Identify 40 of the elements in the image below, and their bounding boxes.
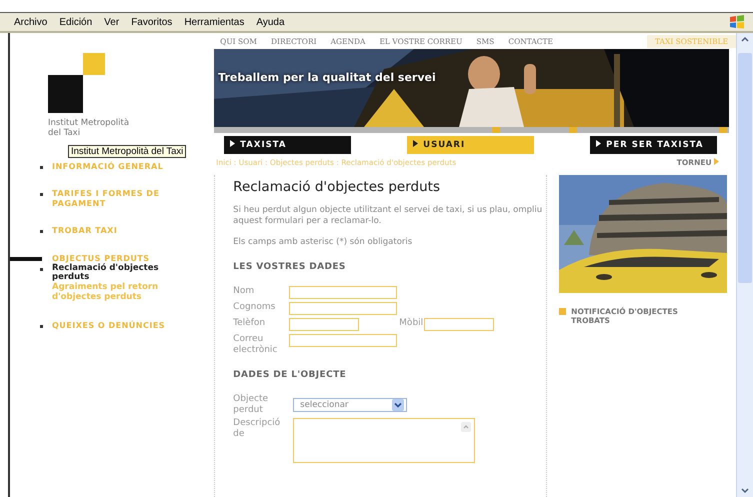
field-label: Nom <box>233 286 256 297</box>
field-label: Objecte perdut <box>233 394 270 416</box>
arrow-icon <box>714 158 720 165</box>
field-label: Mòbil <box>399 318 424 329</box>
menu-item[interactable]: Archivo <box>14 16 48 28</box>
menu-item[interactable]: Favoritos <box>131 16 172 28</box>
tab[interactable]: PER SER TAXISTA <box>590 136 718 154</box>
tab[interactable]: USUARI <box>407 136 534 154</box>
field-label: Telèfon <box>233 318 266 329</box>
text-area[interactable] <box>293 418 476 464</box>
input-field[interactable] <box>289 302 398 316</box>
logo-text: Institut Metropolità del Taxi <box>48 119 130 139</box>
dropdown[interactable]: seleccionar <box>293 398 408 412</box>
scrollbar[interactable] <box>736 33 753 497</box>
arrow-icon <box>413 140 418 147</box>
windows-logo-icon <box>729 14 745 30</box>
section-heading: LES VOSTRES DADES <box>233 262 347 272</box>
intro-text: Si heu perdut algun objecte utilitzant el servei de taxi, si us plau, ompliu aquest formulari per a reclamar-lo. <box>233 205 544 228</box>
menu-item[interactable]: Ver <box>104 16 120 28</box>
sidebar-subitem[interactable]: Reclamació d'objectes perduts <box>52 264 187 284</box>
arrow-icon <box>596 140 602 147</box>
input-field[interactable] <box>289 318 360 332</box>
banner-headline: Treballem per la qualitat del servei <box>218 71 436 84</box>
menu-item[interactable]: Herramientas <box>184 16 244 28</box>
required-note: Els camps amb asterisc (*) són obligatoris <box>233 237 414 248</box>
input-field[interactable] <box>424 318 494 332</box>
menu-item[interactable]: Edición <box>59 16 92 28</box>
menu-item[interactable]: Ayuda <box>256 16 285 28</box>
tab[interactable]: TAXISTA <box>224 136 352 154</box>
arrow-icon <box>230 140 236 147</box>
field-label: Correu electrònic <box>233 334 278 356</box>
field-label: Cognoms <box>233 302 276 313</box>
input-field[interactable] <box>289 334 398 348</box>
scroll-up-icon[interactable] <box>461 422 472 432</box>
page-title: Reclamació d'objectes perduts <box>233 179 441 195</box>
section-heading: DADES DE L'OBJECTE <box>233 370 348 380</box>
field-label: Descripció de <box>233 418 282 440</box>
logo-drawing <box>48 53 106 115</box>
input-field[interactable] <box>289 286 398 300</box>
tooltip: Institut Metropolità del Taxi <box>68 144 186 158</box>
